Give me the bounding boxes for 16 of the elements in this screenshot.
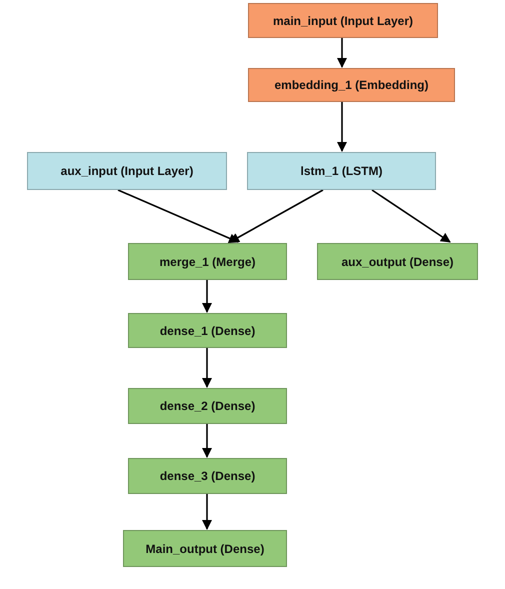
layer-node: dense_3 (Dense) [128, 458, 287, 494]
arrow [202, 494, 212, 530]
layer-node: embedding_1 (Embedding) [248, 68, 455, 102]
arrow [202, 280, 212, 313]
layer-node: aux_input (Input Layer) [27, 152, 227, 190]
layer-node: main_input (Input Layer) [248, 3, 438, 38]
arrow [337, 38, 347, 68]
layer-node: Main_output (Dense) [123, 530, 287, 567]
arrow [202, 424, 212, 458]
layer-node: aux_output (Dense) [317, 243, 478, 280]
arrow [337, 102, 347, 152]
layer-node: merge_1 (Merge) [128, 243, 287, 280]
layer-node: dense_2 (Dense) [128, 388, 287, 424]
layer-node: dense_1 (Dense) [128, 313, 287, 348]
layer-node: lstm_1 (LSTM) [247, 152, 436, 190]
arrow [202, 348, 212, 388]
